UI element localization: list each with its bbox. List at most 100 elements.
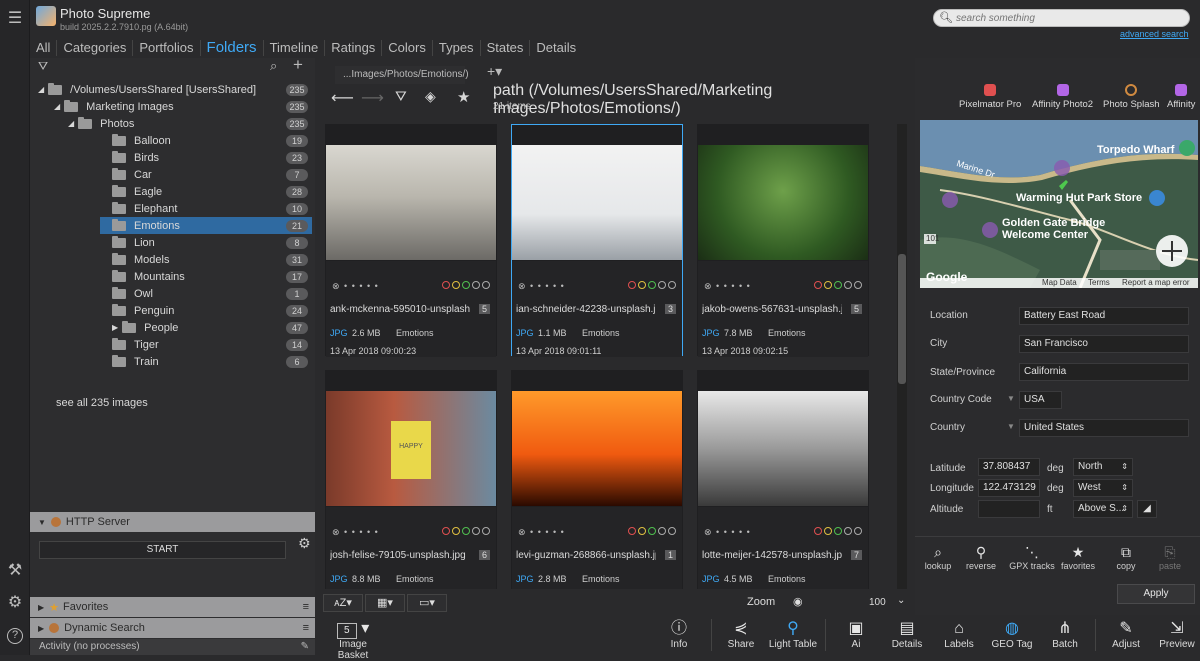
gear-icon[interactable]: ⚙ bbox=[0, 590, 30, 614]
share-button[interactable]: ⋞ Share bbox=[711, 619, 771, 650]
star-icon[interactable]: ★ bbox=[457, 88, 470, 106]
folder-tree-item[interactable]: Emotions 21 bbox=[100, 217, 312, 234]
folder-tree-item[interactable]: ◢ Photos 235 bbox=[30, 115, 312, 132]
favorites-menu-icon[interactable]: ≡ bbox=[303, 601, 309, 613]
sort-button[interactable]: ᴀZ▾ bbox=[323, 594, 363, 612]
expand-arrow-icon[interactable]: ◢ bbox=[38, 85, 44, 94]
labels-button[interactable]: ⌂ Labels bbox=[929, 619, 989, 650]
add-icon[interactable]: + bbox=[293, 55, 303, 75]
favorites-section[interactable]: ▶ ★ Favorites ≡ bbox=[30, 597, 315, 617]
forward-arrow-icon[interactable]: ⟶ bbox=[361, 88, 384, 108]
zoom-dropdown-icon[interactable]: ⌄ bbox=[897, 595, 905, 606]
folder-tree-item[interactable]: Car 7 bbox=[100, 166, 312, 183]
thumbnail-image[interactable] bbox=[326, 145, 496, 260]
version-badge[interactable]: 1 bbox=[664, 550, 676, 560]
app-pixelmator-pro[interactable]: Pixelmator Pro bbox=[959, 84, 1021, 110]
folder-tree-item[interactable]: Models 31 bbox=[100, 251, 312, 268]
map-view[interactable]: Torpedo Wharf Marine Dr Warming Hut Park… bbox=[920, 120, 1198, 288]
thumbnail-card[interactable]: ⊗ • • • • • lotte-meijer-142578-unsplash.… bbox=[697, 370, 869, 589]
filter-icon[interactable]: ⛛ bbox=[395, 88, 407, 105]
batch-button[interactable]: ⋔ Batch bbox=[1035, 619, 1095, 650]
expand-arrow-icon[interactable]: ◢ bbox=[54, 102, 60, 111]
dynamic-search-menu-icon[interactable]: ≡ bbox=[303, 622, 309, 634]
folder-tree-item[interactable]: Penguin 24 bbox=[100, 302, 312, 319]
thumbnail-image[interactable] bbox=[698, 391, 868, 506]
app-photo-splash[interactable]: Photo Splash bbox=[1103, 84, 1160, 110]
details-button[interactable]: ▤ Details bbox=[877, 619, 937, 650]
tab-details[interactable]: Details bbox=[530, 40, 582, 56]
thumbnail-card[interactable]: ⊗ • • • • • levi-guzman-268866-unsplash.j… bbox=[511, 370, 683, 589]
folder-tree-item[interactable]: Owl 1 bbox=[100, 285, 312, 302]
scroll-thumb[interactable] bbox=[898, 254, 906, 384]
reverse-button[interactable]: ⚲ reverse bbox=[959, 543, 1003, 571]
folder-tree-item[interactable]: Eagle 28 bbox=[100, 183, 312, 200]
rating-dots[interactable]: ⊗ • • • • • bbox=[518, 281, 565, 292]
latitude-direction-select[interactable]: North ⇕ bbox=[1073, 458, 1133, 476]
activity-edit-icon[interactable]: ✎ bbox=[301, 639, 309, 655]
light-table-button[interactable]: ⚲ Light Table bbox=[763, 619, 823, 650]
help-icon[interactable]: ? bbox=[0, 624, 30, 648]
version-badge[interactable]: 5 bbox=[850, 304, 862, 314]
map-report-link[interactable]: Report a map error bbox=[1122, 278, 1190, 287]
app-affinity[interactable]: Affinity bbox=[1167, 84, 1195, 110]
altitude-pin-button[interactable]: ◢ bbox=[1137, 500, 1157, 518]
apply-button[interactable]: Apply bbox=[1117, 584, 1195, 604]
color-labels[interactable] bbox=[628, 527, 676, 535]
tab-types[interactable]: Types bbox=[433, 40, 481, 56]
rating-dots[interactable]: ⊗ • • • • • bbox=[704, 527, 751, 538]
vertical-scrollbar[interactable] bbox=[897, 124, 907, 589]
tools-icon[interactable]: ⚒ bbox=[0, 558, 30, 582]
thumbnail-card[interactable]: HAPPY ⊗ • • • • • josh-felise-79105-unspla… bbox=[325, 370, 497, 589]
color-labels[interactable] bbox=[628, 281, 676, 289]
folder-tree-item[interactable]: Birds 23 bbox=[100, 149, 312, 166]
search-icon[interactable]: ⌕ bbox=[270, 58, 277, 74]
thumbnail-image[interactable] bbox=[512, 145, 682, 260]
rating-dots[interactable]: ⊗ • • • • • bbox=[518, 527, 565, 538]
version-badge[interactable]: 5 bbox=[478, 304, 490, 314]
country-code-field[interactable]: USA bbox=[1019, 391, 1062, 409]
country-filter-icon[interactable]: ▼ bbox=[1007, 422, 1015, 431]
folder-tree-item[interactable]: ▶ People 47 bbox=[100, 319, 312, 336]
start-button[interactable]: START bbox=[39, 541, 286, 559]
country-code-filter-icon[interactable]: ▼ bbox=[1007, 394, 1015, 403]
tab-all[interactable]: All bbox=[30, 40, 58, 56]
latitude-field[interactable]: 37.808437 bbox=[978, 458, 1040, 476]
rating-dots[interactable]: ⊗ • • • • • bbox=[332, 281, 379, 292]
http-server-section[interactable]: ▼ HTTP Server bbox=[30, 512, 315, 532]
version-badge[interactable]: 3 bbox=[664, 304, 676, 314]
thumbnail-image[interactable]: HAPPY bbox=[326, 391, 496, 506]
state-field[interactable]: California bbox=[1019, 363, 1189, 381]
thumbnail-card[interactable]: ⊗ • • • • • jakob-owens-567631-unsplash.j… bbox=[697, 124, 869, 357]
advanced-search-link[interactable]: advanced search bbox=[1120, 29, 1189, 39]
filter-icon[interactable]: ⛛ bbox=[38, 59, 48, 74]
color-labels[interactable] bbox=[442, 527, 490, 535]
app-affinity-photo2[interactable]: Affinity Photo2 bbox=[1032, 84, 1093, 110]
add-tab-icon[interactable]: +▾ bbox=[487, 63, 502, 80]
zoom-value[interactable]: 100 bbox=[869, 597, 886, 608]
folder-tree-item[interactable]: Lion 8 bbox=[100, 234, 312, 251]
map-terms-link[interactable]: Terms bbox=[1088, 278, 1110, 287]
dynamic-search-section[interactable]: ▶ Dynamic Search ≡ bbox=[30, 618, 315, 638]
stack-icon[interactable]: ◈ bbox=[425, 88, 436, 105]
tab-states[interactable]: States bbox=[481, 40, 531, 56]
color-labels[interactable] bbox=[442, 281, 490, 289]
tab-portfolios[interactable]: Portfolios bbox=[133, 40, 201, 56]
longitude-direction-select[interactable]: West ⇕ bbox=[1073, 479, 1133, 497]
folder-tree-item[interactable]: Mountains 17 bbox=[100, 268, 312, 285]
server-settings-gear-icon[interactable]: ⚙ bbox=[298, 535, 311, 552]
collapse-arrow-icon[interactable]: ▶ bbox=[112, 323, 118, 332]
tab-categories[interactable]: Categories bbox=[57, 40, 134, 56]
folder-tree-item[interactable]: Balloon 19 bbox=[100, 132, 312, 149]
overlay-button[interactable]: ▭▾ bbox=[407, 594, 447, 612]
geo-tag-button[interactable]: ◍ GEO Tag bbox=[982, 619, 1042, 650]
tab-ratings[interactable]: Ratings bbox=[325, 40, 383, 56]
altitude-reference-select[interactable]: Above S... ⇕ bbox=[1073, 500, 1133, 518]
folder-tree-item[interactable]: ◢ /Volumes/UsersShared [UsersShared] 235 bbox=[30, 81, 312, 98]
altitude-field[interactable] bbox=[978, 500, 1040, 518]
info-button[interactable]: ⓘ Info bbox=[649, 619, 709, 650]
thumbnail-card[interactable]: ⊗ • • • • • ank-mckenna-595010-unsplash.j… bbox=[325, 124, 497, 357]
search-input[interactable] bbox=[956, 11, 1184, 25]
hamburger-menu-icon[interactable]: ☰ bbox=[0, 6, 30, 30]
version-badge[interactable]: 7 bbox=[850, 550, 862, 560]
color-labels[interactable] bbox=[814, 527, 862, 535]
